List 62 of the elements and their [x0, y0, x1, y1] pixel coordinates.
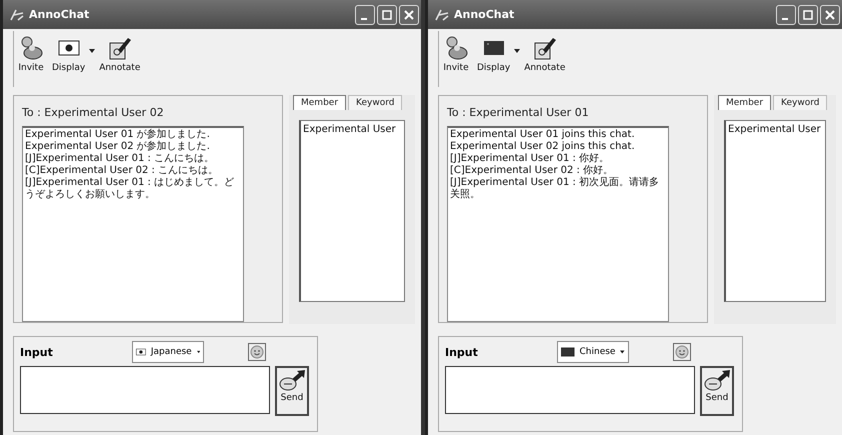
chat-message: Experimental User 01 joins this chat.	[450, 129, 636, 141]
minimize-button[interactable]	[355, 4, 375, 24]
send-button[interactable]: Send	[275, 366, 309, 416]
panel-tab[interactable]: Keyword	[348, 95, 402, 110]
panel-tab[interactable]: Keyword	[773, 95, 828, 110]
close-icon	[404, 10, 414, 20]
chat-message: [C]Experimental User 02 : 你好。	[450, 165, 614, 176]
input-label: Input	[445, 346, 479, 358]
emoticon-button[interactable]	[673, 343, 691, 361]
speech-bubble-arrow-icon	[704, 370, 730, 392]
window-title: AnnoChat	[29, 8, 90, 21]
dropdown-arrow-icon[interactable]	[89, 49, 96, 53]
annotate-button[interactable]: Annotate	[524, 35, 566, 73]
chat-message: [J]Experimental User 01 : はじめまして。どうぞよろしくお願いします。	[25, 177, 236, 201]
dark-flag-icon	[561, 346, 575, 358]
chat-message: Experimental User 02 が参加しました.	[25, 141, 211, 153]
speech-bubble-arrow-icon	[279, 370, 305, 392]
chat-message: [C]Experimental User 02 : こんにちは。	[25, 165, 220, 177]
maximize-icon	[382, 10, 392, 20]
emoticon-button[interactable]	[248, 343, 266, 361]
annotate-button[interactable]: Annotate	[99, 35, 140, 73]
app-logo-icon	[9, 8, 25, 22]
close-button[interactable]	[399, 4, 419, 24]
close-icon	[825, 10, 835, 20]
dropdown-arrow-icon[interactable]	[514, 49, 520, 53]
language-dropdown[interactable]: Chinese	[557, 341, 629, 363]
invite-button[interactable]: Invite	[443, 35, 469, 73]
app-logo-icon	[434, 8, 450, 22]
chat-message: [J]Experimental User 01 : こんにちは。	[25, 153, 216, 165]
message-input[interactable]	[445, 366, 695, 414]
input-label: Input	[20, 346, 54, 358]
notepad-pen-icon	[106, 35, 133, 61]
minimize-button[interactable]	[776, 4, 796, 24]
panel-tab[interactable]: Member	[718, 95, 772, 110]
caret-icon	[620, 350, 625, 354]
caret-icon	[196, 350, 200, 354]
message-input[interactable]	[20, 366, 270, 414]
chat-message: [J]Experimental User 01 : 初次见面。请请多关照。	[450, 177, 660, 201]
window-title: AnnoChat	[454, 8, 516, 21]
display-button[interactable]: Display	[52, 35, 86, 73]
chat-message: Experimental User 01 が参加しました.	[25, 129, 211, 140]
minimize-icon	[361, 18, 367, 20]
notepad-pen-icon	[532, 35, 558, 61]
recipient-label: To : Experimental User 01	[447, 106, 590, 119]
chat-message: Experimental User 02 joins this chat.	[450, 141, 636, 153]
maximize-button[interactable]	[798, 4, 818, 24]
language-dropdown[interactable]: Japanese	[132, 341, 204, 363]
smiley-icon	[250, 345, 264, 359]
maximize-button[interactable]	[377, 4, 397, 24]
send-button[interactable]: Send	[700, 366, 734, 416]
recipient-label: To : Experimental User 02	[22, 106, 165, 119]
minimize-icon	[782, 18, 788, 20]
display-button[interactable]: Display	[477, 35, 510, 73]
smiley-icon	[675, 345, 689, 359]
close-button[interactable]	[820, 4, 840, 24]
chat-message: [J]Experimental User 01 : 你好。	[450, 153, 610, 165]
maximize-icon	[803, 10, 813, 20]
invite-button[interactable]: Invite	[18, 35, 44, 73]
member-item[interactable]: Experimental User	[303, 124, 402, 135]
member-item[interactable]: Experimental User	[728, 124, 823, 135]
circle-flag-icon	[136, 346, 146, 358]
panel-tab[interactable]: Member	[293, 95, 346, 110]
